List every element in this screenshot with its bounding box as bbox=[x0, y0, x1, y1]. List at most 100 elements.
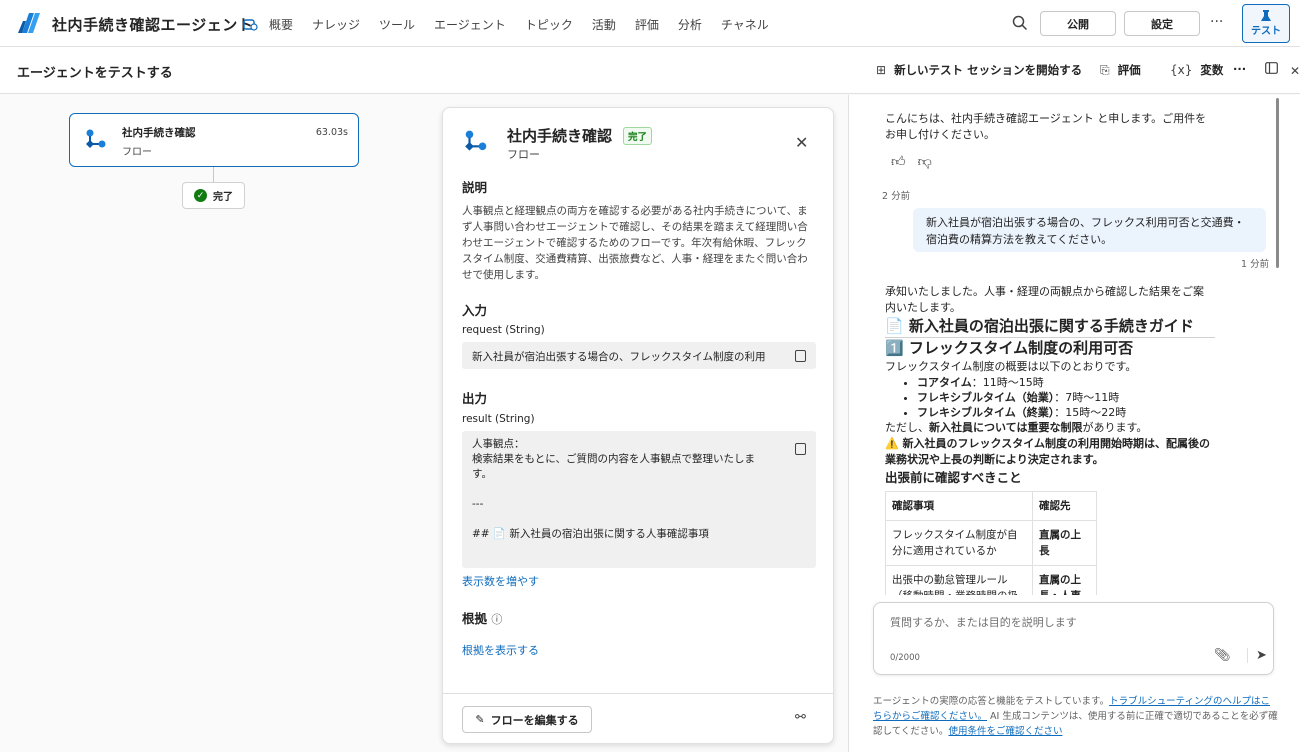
table-cell: 出張中の勤怠管理ルール（移動時間・業務時間の扱い） bbox=[885, 565, 1033, 595]
test-button[interactable]: テスト bbox=[1242, 4, 1290, 43]
grounds-heading: 根拠 ⓘ bbox=[462, 608, 502, 627]
disclaimer: エージェントの実際の応答と機能をテストしています。トラブルシューティングのヘルプ… bbox=[873, 694, 1278, 739]
top-nav: 概要 ナレッジ ツール エージェント トピック 活動 評価 分析 チャネル bbox=[269, 16, 788, 33]
evaluate-button[interactable]: ⎘ 評価 bbox=[1100, 62, 1141, 78]
list-item: コアタイム：11時〜15時 bbox=[917, 375, 1215, 390]
node-subtitle: フロー bbox=[122, 147, 152, 158]
status-badge: 完了 bbox=[623, 127, 653, 145]
completion-status: ✓ 完了 bbox=[182, 182, 245, 209]
bullet-text: ：11時〜15時 bbox=[971, 376, 1044, 389]
reply-intro-line: 承知いたしました。人事・経理の両観点から確認した結果をご案 bbox=[885, 285, 1204, 298]
nav-tools[interactable]: ツール bbox=[379, 16, 415, 33]
info-icon[interactable]: ⓘ bbox=[491, 613, 502, 626]
show-more-link[interactable]: 表示数を増やす bbox=[462, 573, 539, 589]
variables-icon: {x} bbox=[1170, 63, 1193, 77]
flow-icon bbox=[86, 129, 106, 148]
timestamp: 2 分前 bbox=[882, 191, 911, 202]
check-table: 確認事項 確認先 フレックスタイム制度が自分に適用されているか 直属の上長 出張… bbox=[885, 491, 1097, 595]
output-line: 検索結果をもとに、ご質問の内容を人事観点で整理いたしま bbox=[472, 453, 755, 465]
output-line: --- bbox=[472, 498, 484, 510]
table-header: 確認事項 bbox=[885, 491, 1033, 521]
list-item: フレキシブルタイム（終業）：15時〜22時 bbox=[917, 405, 1215, 420]
flow-icon bbox=[465, 130, 487, 151]
bullet-text: ：15時〜22時 bbox=[1054, 406, 1127, 419]
timestamp: 1 分前 bbox=[1241, 259, 1270, 270]
table-header-row: 確認事項 確認先 bbox=[885, 491, 1097, 521]
flow-node[interactable]: 社内手続き確認 フロー 63.03s bbox=[69, 113, 359, 167]
node-connector bbox=[213, 167, 214, 183]
publish-button[interactable]: 公開 bbox=[1040, 11, 1116, 36]
list-item: フレキシブルタイム（始業）：7時〜11時 bbox=[917, 390, 1215, 405]
detail-subtitle: フロー bbox=[507, 148, 540, 161]
sub-more-button[interactable]: ··· bbox=[1233, 62, 1246, 76]
attach-icon[interactable]: 📎︎ bbox=[1214, 648, 1231, 663]
note-pre: ただし、 bbox=[885, 421, 929, 434]
new-session-button[interactable]: ⊞ 新しいテスト セッションを開始する bbox=[876, 62, 1082, 78]
chat-scrollbar[interactable] bbox=[1276, 98, 1279, 268]
nav-activity[interactable]: 活動 bbox=[592, 16, 616, 33]
output-line: す。 bbox=[472, 468, 492, 480]
panel-toggle-icon[interactable] bbox=[1265, 62, 1278, 74]
nav-evaluation[interactable]: 評価 bbox=[635, 16, 659, 33]
thumbs-up-icon[interactable]: 👍︎ bbox=[891, 153, 906, 170]
completion-label: 完了 bbox=[213, 192, 233, 203]
pencil-icon: ✎ bbox=[475, 713, 485, 726]
more-options-button[interactable]: ··· bbox=[1210, 14, 1223, 30]
nav-topics[interactable]: トピック bbox=[525, 16, 573, 33]
edit-flow-button[interactable]: ✎ フローを編集する bbox=[462, 706, 592, 733]
copy-icon[interactable] bbox=[795, 443, 806, 455]
send-icon[interactable]: ➤ bbox=[1247, 648, 1267, 663]
agent-status-icon[interactable] bbox=[242, 16, 258, 32]
output-heading: 出力 bbox=[462, 391, 488, 406]
bullet-list: コアタイム：11時〜15時 フレキシブルタイム（始業）：7時〜11時 フレキシブ… bbox=[917, 375, 1215, 420]
user-message: 新入社員が宿泊出張する場合の、フレックス利用可否と交通費・ 宿泊費の精算方法を教… bbox=[913, 208, 1266, 252]
new-session-label: 新しいテスト セッションを開始する bbox=[894, 63, 1083, 77]
search-icon[interactable] bbox=[1012, 15, 1028, 31]
node-title: 社内手続き確認 bbox=[122, 127, 196, 139]
nav-analytics[interactable]: 分析 bbox=[678, 16, 702, 33]
check-heading: 出張前に確認すべきこと bbox=[885, 470, 1022, 485]
bullet-bold: フレキシブルタイム（始業） bbox=[917, 391, 1055, 404]
guide-heading: 📄 新入社員の宿泊出張に関する手続きガイド bbox=[885, 316, 1215, 338]
copy-icon[interactable] bbox=[795, 350, 806, 362]
bullet-bold: コアタイム bbox=[917, 376, 972, 389]
evaluate-label: 評価 bbox=[1117, 63, 1141, 77]
thumbs-down-icon[interactable]: 👎︎ bbox=[918, 153, 932, 170]
greeting-line: こんにちは、社内手続き確認エージェント と申します。ご用件を bbox=[885, 112, 1207, 125]
link-icon[interactable]: ⚯ bbox=[795, 710, 806, 725]
bullet-bold: フレキシブルタイム（終業） bbox=[917, 406, 1055, 419]
output-line: ## 📄 新入社員の宿泊出張に関する人事確認事項 bbox=[472, 528, 709, 540]
table-row: フレックスタイム制度が自分に適用されているか 直属の上長 bbox=[885, 520, 1097, 566]
bot-reply: 承知いたしました。人事・経理の両観点から確認した結果をご案 内いたします。 📄 … bbox=[885, 284, 1215, 595]
nav-knowledge[interactable]: ナレッジ bbox=[312, 16, 360, 33]
nav-agents[interactable]: エージェント bbox=[434, 16, 506, 33]
table-header: 確認先 bbox=[1032, 491, 1097, 521]
chat-composer[interactable]: 質問するか、または目的を説明します 0/2000 📎︎ ➤ bbox=[873, 602, 1274, 675]
description-heading: 説明 bbox=[462, 180, 488, 195]
close-test-panel-icon[interactable]: ✕ bbox=[1290, 64, 1300, 78]
close-icon[interactable]: ✕ bbox=[795, 133, 808, 152]
note-line: ただし、新入社員については重要な制限があります。 bbox=[885, 420, 1215, 436]
check-icon: ✓ bbox=[194, 189, 207, 202]
feedback-buttons: 👍︎ 👎︎ bbox=[891, 153, 932, 170]
input-value: 新入社員が宿泊出張する場合の、フレックスタイム制度の利用 bbox=[472, 351, 766, 363]
table-cell: 直属の上長・人事 bbox=[1032, 565, 1097, 595]
table-cell: フレックスタイム制度が自分に適用されているか bbox=[885, 520, 1033, 566]
chat-transcript[interactable]: こんにちは、社内手続き確認エージェント と申します。ご用件を お申し付けください… bbox=[849, 95, 1300, 595]
composer-input[interactable]: 質問するか、または目的を説明します bbox=[890, 614, 1077, 630]
section-heading: 1️⃣ フレックスタイム制度の利用可否 bbox=[885, 339, 1134, 357]
variables-button[interactable]: {x} 変数 bbox=[1170, 62, 1223, 78]
detail-footer: ✎ フローを編集する ⚯ bbox=[443, 693, 833, 743]
nav-channels[interactable]: チャネル bbox=[721, 16, 769, 33]
settings-button[interactable]: 設定 bbox=[1124, 11, 1200, 36]
user-message-line: 新入社員が宿泊出張する場合の、フレックス利用可否と交通費・ bbox=[926, 216, 1245, 229]
terms-link[interactable]: 使用条件をご確認ください bbox=[948, 726, 1062, 737]
nav-overview[interactable]: 概要 bbox=[269, 16, 293, 33]
input-label: request (String) bbox=[462, 324, 545, 336]
input-heading: 入力 bbox=[462, 303, 488, 318]
app-title: 社内手続き確認エージェント bbox=[52, 16, 254, 34]
page-title: エージェントをテストする bbox=[17, 66, 173, 81]
show-grounds-link[interactable]: 根拠を表示する bbox=[462, 642, 539, 658]
